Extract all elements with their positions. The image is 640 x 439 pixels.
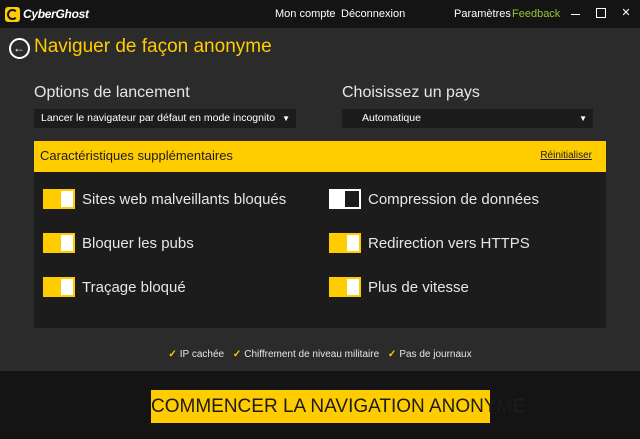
cyberghost-logo-icon bbox=[5, 6, 20, 22]
brand-name: CyberGhost bbox=[23, 7, 89, 21]
country-dropdown[interactable]: Automatique ▼ bbox=[342, 109, 593, 128]
settings-link[interactable]: Paramètres bbox=[454, 8, 511, 20]
feedback-link[interactable]: Feedback bbox=[512, 8, 560, 20]
option-label: Compression de données bbox=[368, 190, 539, 208]
launch-options-dropdown[interactable]: Lancer le navigateur par défaut en mode … bbox=[34, 109, 296, 128]
launch-options-label: Options de lancement bbox=[34, 84, 190, 101]
toggle-switch[interactable] bbox=[329, 277, 361, 297]
minimize-button[interactable] bbox=[568, 6, 582, 20]
check-icon: ✓ bbox=[232, 349, 242, 360]
option-label: Traçage bloqué bbox=[82, 278, 186, 296]
option-label: Bloquer les pubs bbox=[82, 234, 194, 252]
maximize-button[interactable] bbox=[594, 6, 608, 20]
option-block-ads[interactable]: Bloquer les pubs bbox=[43, 232, 194, 254]
benefit-label: IP cachée bbox=[179, 349, 225, 360]
option-more-speed[interactable]: Plus de vitesse bbox=[329, 276, 469, 298]
option-label: Plus de vitesse bbox=[368, 278, 469, 296]
arrow-left-icon: ← bbox=[13, 41, 25, 55]
close-icon: ✕ bbox=[621, 7, 631, 19]
benefit-label: Chiffrement de niveau militaire bbox=[244, 349, 380, 360]
option-label: Redirection vers HTTPS bbox=[368, 234, 530, 252]
minimize-icon bbox=[570, 14, 580, 15]
benefit-item: ✓ Chiffrement de niveau militaire bbox=[233, 349, 379, 360]
benefit-item: ✓ IP cachée bbox=[168, 349, 224, 360]
option-label: Sites web malveillants bloqués bbox=[82, 190, 287, 208]
title-bar: CyberGhost Mon compte Déconnexion Paramè… bbox=[0, 0, 640, 28]
benefit-item: ✓ Pas de journaux bbox=[388, 349, 472, 360]
logout-link[interactable]: Déconnexion bbox=[341, 8, 405, 20]
app-logo: CyberGhost bbox=[5, 6, 89, 22]
option-tracking-blocked[interactable]: Traçage bloqué bbox=[43, 276, 186, 298]
option-data-compression[interactable]: Compression de données bbox=[329, 188, 539, 210]
close-button[interactable]: ✕ bbox=[619, 6, 633, 20]
page-title: Naviguer de façon anonyme bbox=[34, 36, 272, 57]
benefits-line: ✓ IP cachée ✓ Chiffrement de niveau milita… bbox=[0, 349, 640, 360]
features-panel-header: Caractéristiques supplémentaires Réiniti… bbox=[34, 141, 606, 172]
my-account-link[interactable]: Mon compte bbox=[275, 8, 336, 20]
caret-down-icon: ▼ bbox=[579, 114, 587, 123]
country-label: Choisissez un pays bbox=[342, 84, 480, 101]
start-anonymous-browsing-button[interactable]: COMMENCER LA NAVIGATION ANONYME bbox=[151, 390, 525, 423]
features-panel: Caractéristiques supplémentaires Réiniti… bbox=[34, 141, 606, 328]
toggle-switch[interactable] bbox=[43, 277, 75, 297]
country-value: Automatique bbox=[362, 112, 421, 124]
launch-options-value: Lancer le navigateur par défaut en mode … bbox=[41, 112, 276, 124]
toggle-switch[interactable] bbox=[43, 189, 75, 209]
toggle-switch[interactable] bbox=[329, 189, 361, 209]
check-icon: ✓ bbox=[387, 349, 397, 360]
check-icon: ✓ bbox=[168, 349, 177, 360]
maximize-icon bbox=[596, 8, 606, 18]
caret-down-icon: ▼ bbox=[282, 114, 290, 123]
option-malicious-sites[interactable]: Sites web malveillants bloqués bbox=[43, 188, 286, 210]
reset-link[interactable]: Réinitialiser bbox=[540, 150, 592, 161]
toggle-switch[interactable] bbox=[43, 233, 75, 253]
toggle-switch[interactable] bbox=[329, 233, 361, 253]
back-button[interactable]: ← bbox=[9, 38, 30, 59]
benefit-label: Pas de journaux bbox=[399, 349, 472, 360]
features-panel-title: Caractéristiques supplémentaires bbox=[40, 148, 233, 163]
option-https-redirect[interactable]: Redirection vers HTTPS bbox=[329, 232, 530, 254]
